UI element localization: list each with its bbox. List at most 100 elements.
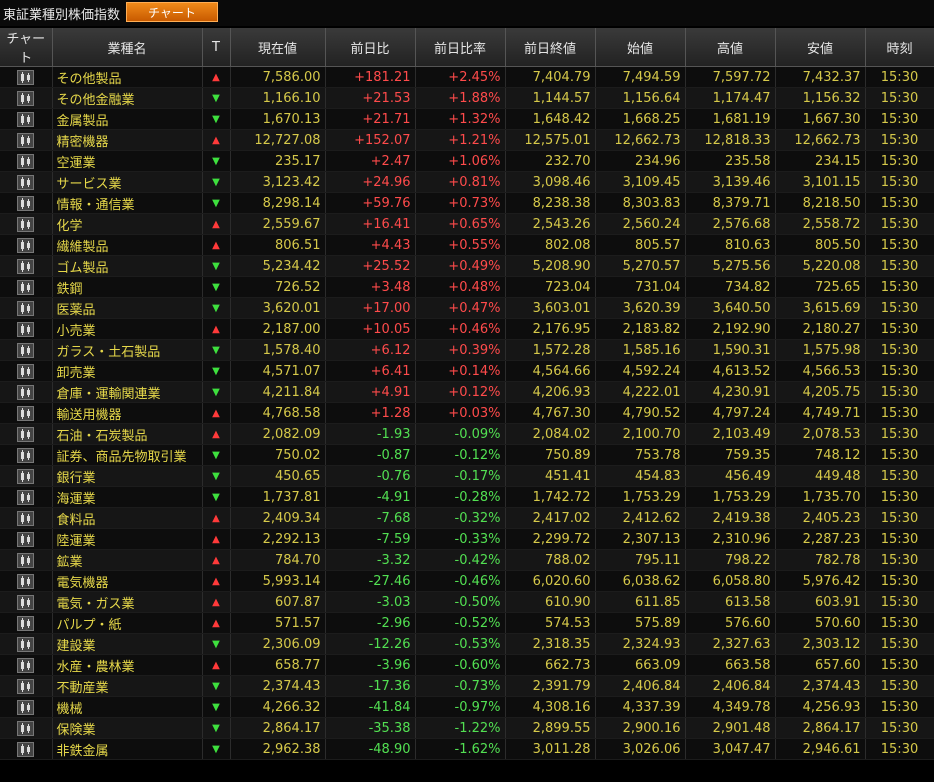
table-row[interactable]: その他製品 ▲ 7,586.00 +181.21 +2.45% 7,404.79 7,494… [0, 66, 934, 88]
candlestick-chart-icon[interactable] [17, 573, 35, 589]
chart-cell[interactable] [0, 339, 53, 361]
sector-name[interactable]: 医薬品 [52, 297, 203, 319]
chart-cell[interactable] [0, 66, 53, 88]
sector-name[interactable]: 非鉄金属 [52, 738, 203, 760]
candlestick-chart-icon[interactable] [17, 237, 35, 253]
candlestick-chart-icon[interactable] [17, 321, 35, 337]
table-row[interactable]: 倉庫・運輸関連業 ▼ 4,211.84 +4.91 +0.12% 4,206.93 4,22… [0, 381, 934, 403]
chart-cell[interactable] [0, 402, 53, 424]
candlestick-chart-icon[interactable] [17, 636, 35, 652]
col-header-high[interactable]: 高値 [685, 28, 776, 67]
table-row[interactable]: ゴム製品 ▼ 5,234.42 +25.52 +0.49% 5,208.90 5,270.5… [0, 255, 934, 277]
sector-name[interactable]: 小売業 [52, 318, 203, 340]
candlestick-chart-icon[interactable] [17, 279, 35, 295]
sector-name[interactable]: その他製品 [52, 66, 203, 88]
chart-cell[interactable] [0, 654, 53, 676]
chart-cell[interactable] [0, 129, 53, 151]
table-row[interactable]: 化学 ▲ 2,559.67 +16.41 +0.65% 2,543.26 2,560.24 2… [0, 213, 934, 235]
table-row[interactable]: 情報・通信業 ▼ 8,298.14 +59.76 +0.73% 8,238.38 8,303… [0, 192, 934, 214]
chart-cell[interactable] [0, 255, 53, 277]
candlestick-chart-icon[interactable] [17, 552, 35, 568]
col-header-change[interactable]: 前日比 [325, 28, 416, 67]
candlestick-chart-icon[interactable] [17, 489, 35, 505]
table-row[interactable]: パルプ・紙 ▲ 571.57 -2.96 -0.52% 574.53 575.89 576.6… [0, 612, 934, 634]
table-row[interactable]: 輸送用機器 ▲ 4,768.58 +1.28 +0.03% 4,767.30 4,790.5… [0, 402, 934, 424]
candlestick-chart-icon[interactable] [17, 510, 35, 526]
col-header-low[interactable]: 安値 [775, 28, 866, 67]
chart-cell[interactable] [0, 633, 53, 655]
candlestick-chart-icon[interactable] [17, 195, 35, 211]
table-row[interactable]: 不動産業 ▼ 2,374.43 -17.36 -0.73% 2,391.79 2,406.8… [0, 675, 934, 697]
sector-name[interactable]: 保険業 [52, 717, 203, 739]
sector-name[interactable]: パルプ・紙 [52, 612, 203, 634]
table-row[interactable]: 医薬品 ▼ 3,620.01 +17.00 +0.47% 3,603.01 3,620.39… [0, 297, 934, 319]
candlestick-chart-icon[interactable] [17, 678, 35, 694]
chart-cell[interactable] [0, 213, 53, 235]
sector-name[interactable]: サービス業 [52, 171, 203, 193]
sector-name[interactable]: その他金融業 [52, 87, 203, 109]
table-row[interactable]: その他金融業 ▼ 1,166.10 +21.53 +1.88% 1,144.57 1,156… [0, 87, 934, 109]
chart-cell[interactable] [0, 486, 53, 508]
col-header-trend[interactable]: T [202, 28, 231, 67]
table-row[interactable]: サービス業 ▼ 3,123.42 +24.96 +0.81% 3,098.46 3,109.… [0, 171, 934, 193]
candlestick-chart-icon[interactable] [17, 342, 35, 358]
sector-name[interactable]: 情報・通信業 [52, 192, 203, 214]
candlestick-chart-icon[interactable] [17, 531, 35, 547]
sector-name[interactable]: 精密機器 [52, 129, 203, 151]
candlestick-chart-icon[interactable] [17, 300, 35, 316]
chart-cell[interactable] [0, 717, 53, 739]
chart-cell[interactable] [0, 192, 53, 214]
candlestick-chart-icon[interactable] [17, 741, 35, 757]
candlestick-chart-icon[interactable] [17, 90, 35, 106]
table-row[interactable]: 証券、商品先物取引業 ▼ 750.02 -0.87 -0.12% 750.89 753.78… [0, 444, 934, 466]
sector-name[interactable]: 不動産業 [52, 675, 203, 697]
chart-cell[interactable] [0, 528, 53, 550]
chart-cell[interactable] [0, 234, 53, 256]
sector-name[interactable]: 電気・ガス業 [52, 591, 203, 613]
table-row[interactable]: 建設業 ▼ 2,306.09 -12.26 -0.53% 2,318.35 2,324.93… [0, 633, 934, 655]
chart-cell[interactable] [0, 549, 53, 571]
sector-name[interactable]: 化学 [52, 213, 203, 235]
candlestick-chart-icon[interactable] [17, 447, 35, 463]
chart-cell[interactable] [0, 150, 53, 172]
candlestick-chart-icon[interactable] [17, 657, 35, 673]
sector-name[interactable]: 電気機器 [52, 570, 203, 592]
table-row[interactable]: 石油・石炭製品 ▲ 2,082.09 -1.93 -0.09% 2,084.02 2,100… [0, 423, 934, 445]
col-header-chart[interactable]: チャート [0, 28, 53, 67]
sector-name[interactable]: 空運業 [52, 150, 203, 172]
table-row[interactable]: 精密機器 ▲ 12,727.08 +152.07 +1.21% 12,575.01 12,6… [0, 129, 934, 151]
chart-cell[interactable] [0, 381, 53, 403]
sector-name[interactable]: ガラス・土石製品 [52, 339, 203, 361]
col-header-price[interactable]: 現在値 [230, 28, 326, 67]
sector-name[interactable]: 鉱業 [52, 549, 203, 571]
table-row[interactable]: 銀行業 ▼ 450.65 -0.76 -0.17% 451.41 454.83 456.49 4… [0, 465, 934, 487]
col-header-time[interactable]: 時刻 [865, 28, 934, 67]
sector-name[interactable]: 陸運業 [52, 528, 203, 550]
candlestick-chart-icon[interactable] [17, 426, 35, 442]
candlestick-chart-icon[interactable] [17, 132, 35, 148]
candlestick-chart-icon[interactable] [17, 405, 35, 421]
candlestick-chart-icon[interactable] [17, 153, 35, 169]
chart-cell[interactable] [0, 360, 53, 382]
chart-button[interactable]: チャート [126, 2, 218, 22]
candlestick-chart-icon[interactable] [17, 216, 35, 232]
col-header-change-pct[interactable]: 前日比率 [415, 28, 506, 67]
table-row[interactable]: ガラス・土石製品 ▼ 1,578.40 +6.12 +0.39% 1,572.28 1,58… [0, 339, 934, 361]
sector-name[interactable]: 輸送用機器 [52, 402, 203, 424]
chart-cell[interactable] [0, 171, 53, 193]
table-row[interactable]: 海運業 ▼ 1,737.81 -4.91 -0.28% 1,742.72 1,753.29 1… [0, 486, 934, 508]
chart-cell[interactable] [0, 444, 53, 466]
sector-name[interactable]: 水産・農林業 [52, 654, 203, 676]
table-row[interactable]: 卸売業 ▼ 4,571.07 +6.41 +0.14% 4,564.66 4,592.24 4… [0, 360, 934, 382]
candlestick-chart-icon[interactable] [17, 111, 35, 127]
table-row[interactable]: 保険業 ▼ 2,864.17 -35.38 -1.22% 2,899.55 2,900.16… [0, 717, 934, 739]
chart-cell[interactable] [0, 570, 53, 592]
chart-cell[interactable] [0, 507, 53, 529]
table-row[interactable]: 電気機器 ▲ 5,993.14 -27.46 -0.46% 6,020.60 6,038.6… [0, 570, 934, 592]
sector-name[interactable]: 倉庫・運輸関連業 [52, 381, 203, 403]
sector-name[interactable]: 証券、商品先物取引業 [52, 444, 203, 466]
chart-cell[interactable] [0, 696, 53, 718]
col-header-prev-close[interactable]: 前日終値 [505, 28, 596, 67]
sector-name[interactable]: 食料品 [52, 507, 203, 529]
sector-name[interactable]: ゴム製品 [52, 255, 203, 277]
